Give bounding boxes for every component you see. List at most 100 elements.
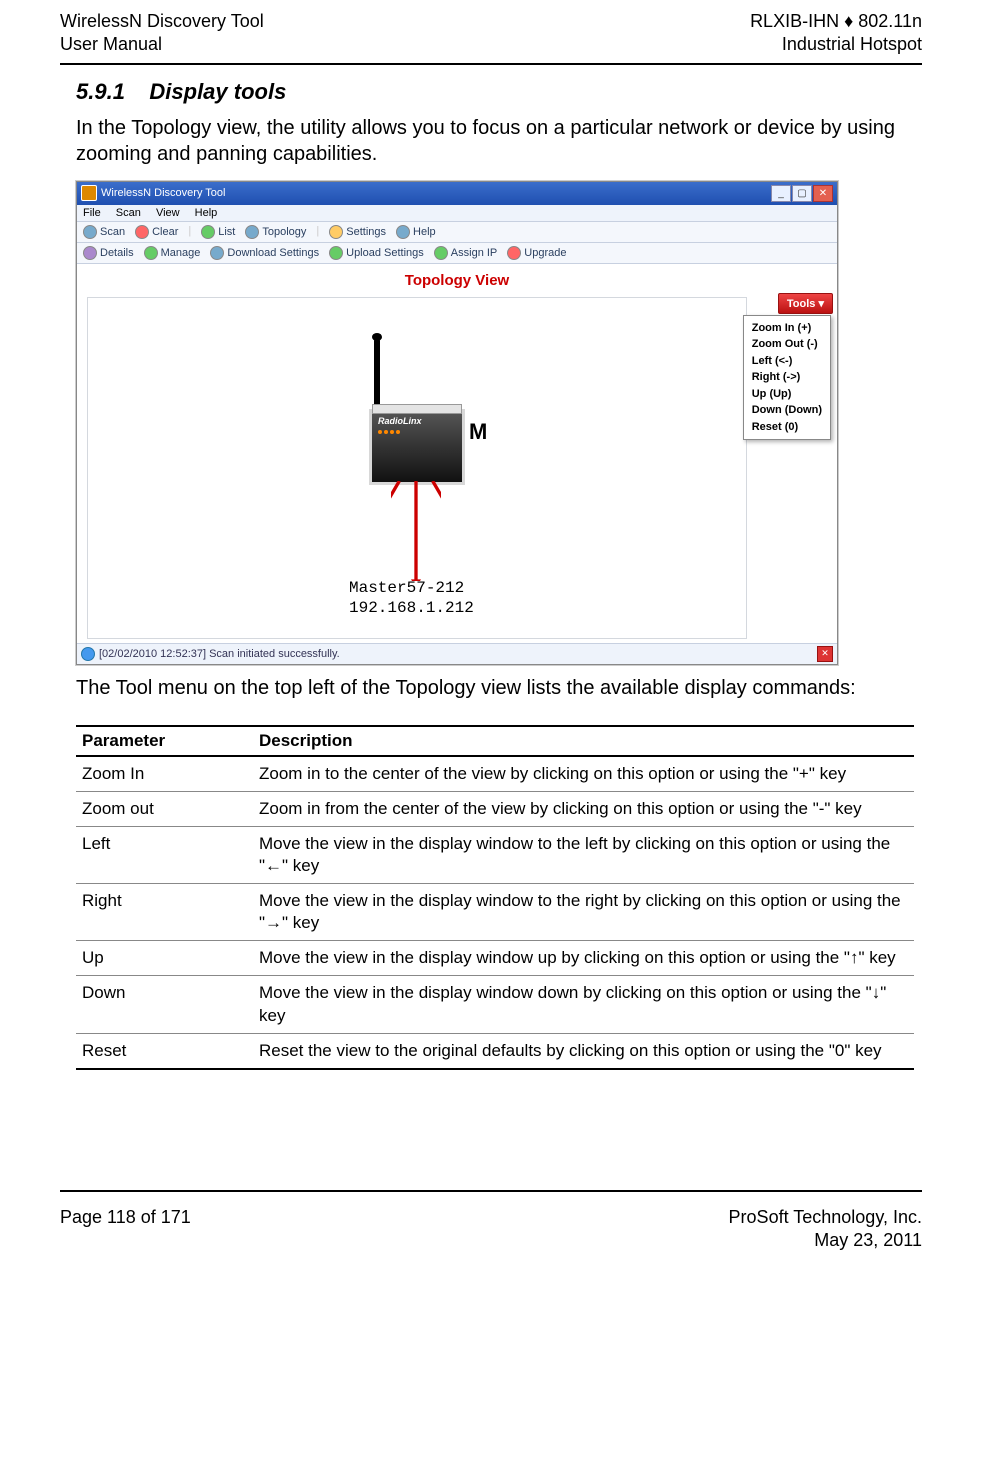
details-icon	[83, 246, 97, 260]
topology-icon	[245, 225, 259, 239]
cell-param: Zoom out	[76, 791, 253, 826]
toolbar-upgrade[interactable]: Upgrade	[507, 246, 566, 260]
cell-param: Reset	[76, 1033, 253, 1069]
section-title-text: Display tools	[149, 79, 286, 104]
tools-zoom-in[interactable]: Zoom In (+)	[752, 320, 822, 337]
tools-left[interactable]: Left (<-)	[752, 353, 822, 370]
table-row: UpMove the view in the display window up…	[76, 941, 914, 976]
list-icon	[201, 225, 215, 239]
status-bar: [02/02/2010 12:52:37] Scan initiated suc…	[77, 643, 837, 664]
toolbar-download-settings[interactable]: Download Settings	[210, 246, 319, 260]
header-left: WirelessN Discovery Tool User Manual	[60, 10, 264, 57]
minimize-button[interactable]: _	[771, 185, 791, 202]
close-button[interactable]: ✕	[813, 185, 833, 202]
toolbar-topology[interactable]: Topology	[245, 225, 306, 239]
upgrade-icon	[507, 246, 521, 260]
toolbar-settings[interactable]: Settings	[329, 225, 386, 239]
upload-icon	[329, 246, 343, 260]
cell-desc: Zoom in to the center of the view by cli…	[253, 756, 914, 792]
menu-help[interactable]: Help	[195, 207, 218, 219]
footer-left: Page 118 of 171	[60, 1206, 191, 1253]
tools-down[interactable]: Down (Down)	[752, 402, 822, 419]
antenna-icon	[374, 339, 380, 407]
toolbar-primary: Scan Clear | List Topology | Settings He…	[77, 222, 837, 243]
page-header: WirelessN Discovery Tool User Manual RLX…	[60, 10, 922, 57]
tools-dropdown-menu: Zoom In (+) Zoom Out (-) Left (<-) Right…	[743, 315, 831, 441]
ip-icon	[434, 246, 448, 260]
status-close-icon[interactable]: ✕	[817, 646, 833, 662]
tools-up[interactable]: Up (Up)	[752, 386, 822, 403]
window-buttons: _ ▢ ✕	[771, 185, 833, 202]
header-separator	[60, 63, 922, 65]
tools-button[interactable]: Tools ▾	[778, 293, 833, 314]
table-row: Zoom InZoom in to the center of the view…	[76, 756, 914, 792]
node-role-label: M	[469, 419, 487, 445]
menu-file[interactable]: File	[83, 207, 101, 219]
header-right: RLXIB-IHN ♦ 802.11n Industrial Hotspot	[750, 10, 922, 57]
menu-view[interactable]: View	[156, 207, 180, 219]
cell-desc: Zoom in from the center of the view by c…	[253, 791, 914, 826]
page-footer: Page 118 of 171 ProSoft Technology, Inc.…	[60, 1206, 922, 1253]
toolbar-help[interactable]: Help	[396, 225, 436, 239]
footer-separator	[60, 1190, 922, 1192]
menu-bar: File Scan View Help	[77, 205, 837, 222]
table-row: ResetReset the view to the original defa…	[76, 1033, 914, 1069]
window-title: WirelessN Discovery Tool	[101, 187, 226, 199]
toolbar-secondary: Details Manage Download Settings Upload …	[77, 243, 837, 264]
toolbar-manage[interactable]: Manage	[144, 246, 201, 260]
maximize-button[interactable]: ▢	[792, 185, 812, 202]
table-row: DownMove the view in the display window …	[76, 976, 914, 1033]
table-row: LeftMove the view in the display window …	[76, 826, 914, 883]
section-number: 5.9.1	[76, 79, 125, 104]
node-name-label: Master57-212	[349, 579, 464, 597]
toolbar-assign-ip[interactable]: Assign IP	[434, 246, 497, 260]
network-node[interactable]: RadioLinx M Master57-212	[369, 409, 465, 485]
after-image-paragraph: The Tool menu on the top left of the Top…	[76, 675, 914, 701]
tools-right[interactable]: Right (->)	[752, 369, 822, 386]
tools-reset[interactable]: Reset (0)	[752, 419, 822, 436]
content-area: 5.9.1 Display tools In the Topology view…	[60, 79, 922, 1070]
cell-desc: Move the view in the display window to t…	[253, 884, 914, 941]
status-text: [02/02/2010 12:52:37] Scan initiated suc…	[99, 648, 340, 660]
header-right-line2: Industrial Hotspot	[750, 33, 922, 56]
manage-icon	[144, 246, 158, 260]
intro-paragraph: In the Topology view, the utility allows…	[76, 115, 914, 167]
help-icon	[396, 225, 410, 239]
view-title: Topology View	[77, 264, 837, 293]
footer-right-line1: ProSoft Technology, Inc.	[729, 1206, 922, 1229]
device-icon: RadioLinx	[369, 409, 465, 485]
cell-desc: Reset the view to the original defaults …	[253, 1033, 914, 1069]
footer-right: ProSoft Technology, Inc. May 23, 2011	[729, 1206, 922, 1253]
search-icon	[83, 225, 97, 239]
cell-param: Right	[76, 884, 253, 941]
cell-param: Down	[76, 976, 253, 1033]
cell-param: Zoom In	[76, 756, 253, 792]
device-brand: RadioLinx	[378, 416, 422, 426]
cell-desc: Move the view in the display window to t…	[253, 826, 914, 883]
eraser-icon	[135, 225, 149, 239]
footer-right-line2: May 23, 2011	[729, 1229, 922, 1252]
section-heading: 5.9.1 Display tools	[76, 79, 914, 105]
tools-zoom-out[interactable]: Zoom Out (-)	[752, 336, 822, 353]
info-icon	[81, 647, 95, 661]
connection-arrows-icon	[391, 481, 441, 581]
cell-param: Up	[76, 941, 253, 976]
download-icon	[210, 246, 224, 260]
toolbar-clear[interactable]: Clear	[135, 225, 178, 239]
toolbar-list[interactable]: List	[201, 225, 235, 239]
cell-param: Left	[76, 826, 253, 883]
node-ip-label: 192.168.1.212	[349, 599, 474, 617]
header-left-line1: WirelessN Discovery Tool	[60, 10, 264, 33]
app-icon	[81, 185, 97, 201]
th-description: Description	[253, 726, 914, 756]
toolbar-upload-settings[interactable]: Upload Settings	[329, 246, 424, 260]
cell-desc: Move the view in the display window down…	[253, 976, 914, 1033]
toolbar-details[interactable]: Details	[83, 246, 134, 260]
toolbar-scan[interactable]: Scan	[83, 225, 125, 239]
menu-scan[interactable]: Scan	[116, 207, 141, 219]
app-screenshot: WirelessN Discovery Tool _ ▢ ✕ File Scan…	[76, 181, 838, 665]
header-right-line1: RLXIB-IHN ♦ 802.11n	[750, 10, 922, 33]
topology-canvas[interactable]: RadioLinx M Master57-212	[77, 293, 837, 643]
cell-desc: Move the view in the display window up b…	[253, 941, 914, 976]
parameters-table: Parameter Description Zoom InZoom in to …	[76, 725, 914, 1070]
